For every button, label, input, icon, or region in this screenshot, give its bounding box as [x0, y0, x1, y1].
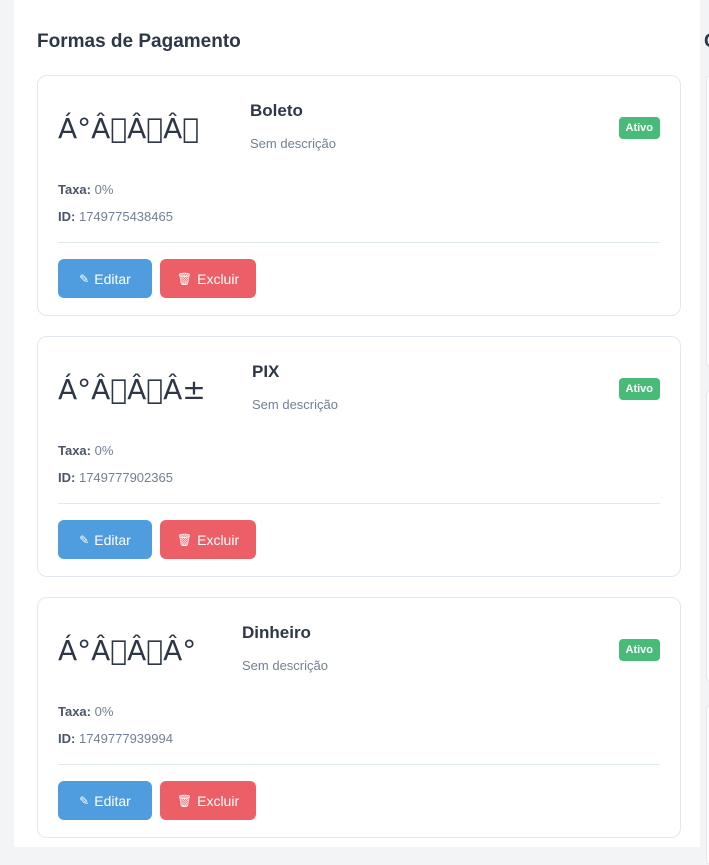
next-section-title: C	[704, 31, 709, 53]
payment-methods-panel: Formas de Pagamento Á°Â Â Â  Boleto Sem …	[14, 0, 700, 847]
id-value: 1749777939994	[78, 731, 173, 746]
fee-row: Taxa: 0%	[58, 698, 660, 725]
id-value: 1749775438465	[78, 209, 173, 224]
fee-label: Taxa:	[58, 443, 91, 458]
trash-icon: 🗑	[176, 532, 193, 547]
edit-button[interactable]: ✎ Editar	[58, 781, 152, 820]
trash-icon: 🗑	[176, 793, 193, 808]
id-value: 1749777902365	[78, 470, 173, 485]
payment-method-name: Dinheiro	[242, 623, 311, 642]
delete-label: Excluir	[197, 531, 240, 548]
delete-label: Excluir	[197, 270, 240, 287]
section-title: Formas de Pagamento	[37, 31, 241, 52]
id-label: ID:	[58, 731, 76, 746]
payment-method-card: Á°Â Â Â  Boleto Sem descrição Ativo Taxa…	[37, 75, 681, 316]
id-label: ID:	[58, 470, 76, 485]
fee-row: Taxa: 0%	[58, 176, 660, 203]
delete-button[interactable]: 🗑 Excluir	[160, 781, 256, 820]
fee-row: Taxa: 0%	[58, 437, 660, 464]
fee-value: 0%	[94, 704, 114, 719]
pencil-icon: ✎	[79, 532, 90, 547]
payment-method-description: Sem descrição	[252, 397, 338, 412]
payment-method-name: PIX	[252, 362, 280, 381]
pencil-icon: ✎	[79, 271, 90, 286]
edit-label: Editar	[94, 270, 131, 287]
delete-button[interactable]: 🗑 Excluir	[160, 520, 256, 559]
payment-method-card: Á°Â Â Â° Dinheiro Sem descrição Ativo Ta…	[37, 597, 681, 838]
edit-label: Editar	[94, 531, 131, 548]
delete-label: Excluir	[197, 792, 240, 809]
edit-label: Editar	[94, 792, 131, 809]
payment-method-name: Boleto	[250, 101, 303, 120]
divider	[58, 242, 660, 243]
divider	[58, 503, 660, 504]
pencil-icon: ✎	[79, 793, 90, 808]
fee-value: 0%	[94, 182, 114, 197]
delete-button[interactable]: 🗑 Excluir	[160, 259, 256, 298]
id-label: ID:	[58, 209, 76, 224]
status-badge: Ativo	[618, 639, 660, 661]
fee-label: Taxa:	[58, 704, 91, 719]
payment-method-icon: Á°Â Â Â±	[58, 373, 206, 406]
payment-method-icon: Á°Â Â Â°	[58, 634, 197, 667]
status-badge: Ativo	[618, 378, 660, 400]
id-row: ID: 1749777902365	[58, 464, 660, 491]
payment-method-card: Á°Â Â Â± PIX Sem descrição Ativo Taxa: 0…	[37, 336, 681, 577]
fee-value: 0%	[94, 443, 114, 458]
trash-icon: 🗑	[176, 271, 193, 286]
id-row: ID: 1749775438465	[58, 203, 660, 230]
payment-method-description: Sem descrição	[242, 658, 328, 673]
edit-button[interactable]: ✎ Editar	[58, 520, 152, 559]
status-badge: Ativo	[618, 117, 660, 139]
edit-button[interactable]: ✎ Editar	[58, 259, 152, 298]
payment-method-icon: Á°Â Â Â 	[58, 112, 200, 145]
payment-method-description: Sem descrição	[250, 136, 336, 151]
divider	[58, 764, 660, 765]
id-row: ID: 1749777939994	[58, 725, 660, 752]
payment-method-list: Á°Â Â Â  Boleto Sem descrição Ativo Taxa…	[37, 75, 681, 858]
fee-label: Taxa:	[58, 182, 91, 197]
